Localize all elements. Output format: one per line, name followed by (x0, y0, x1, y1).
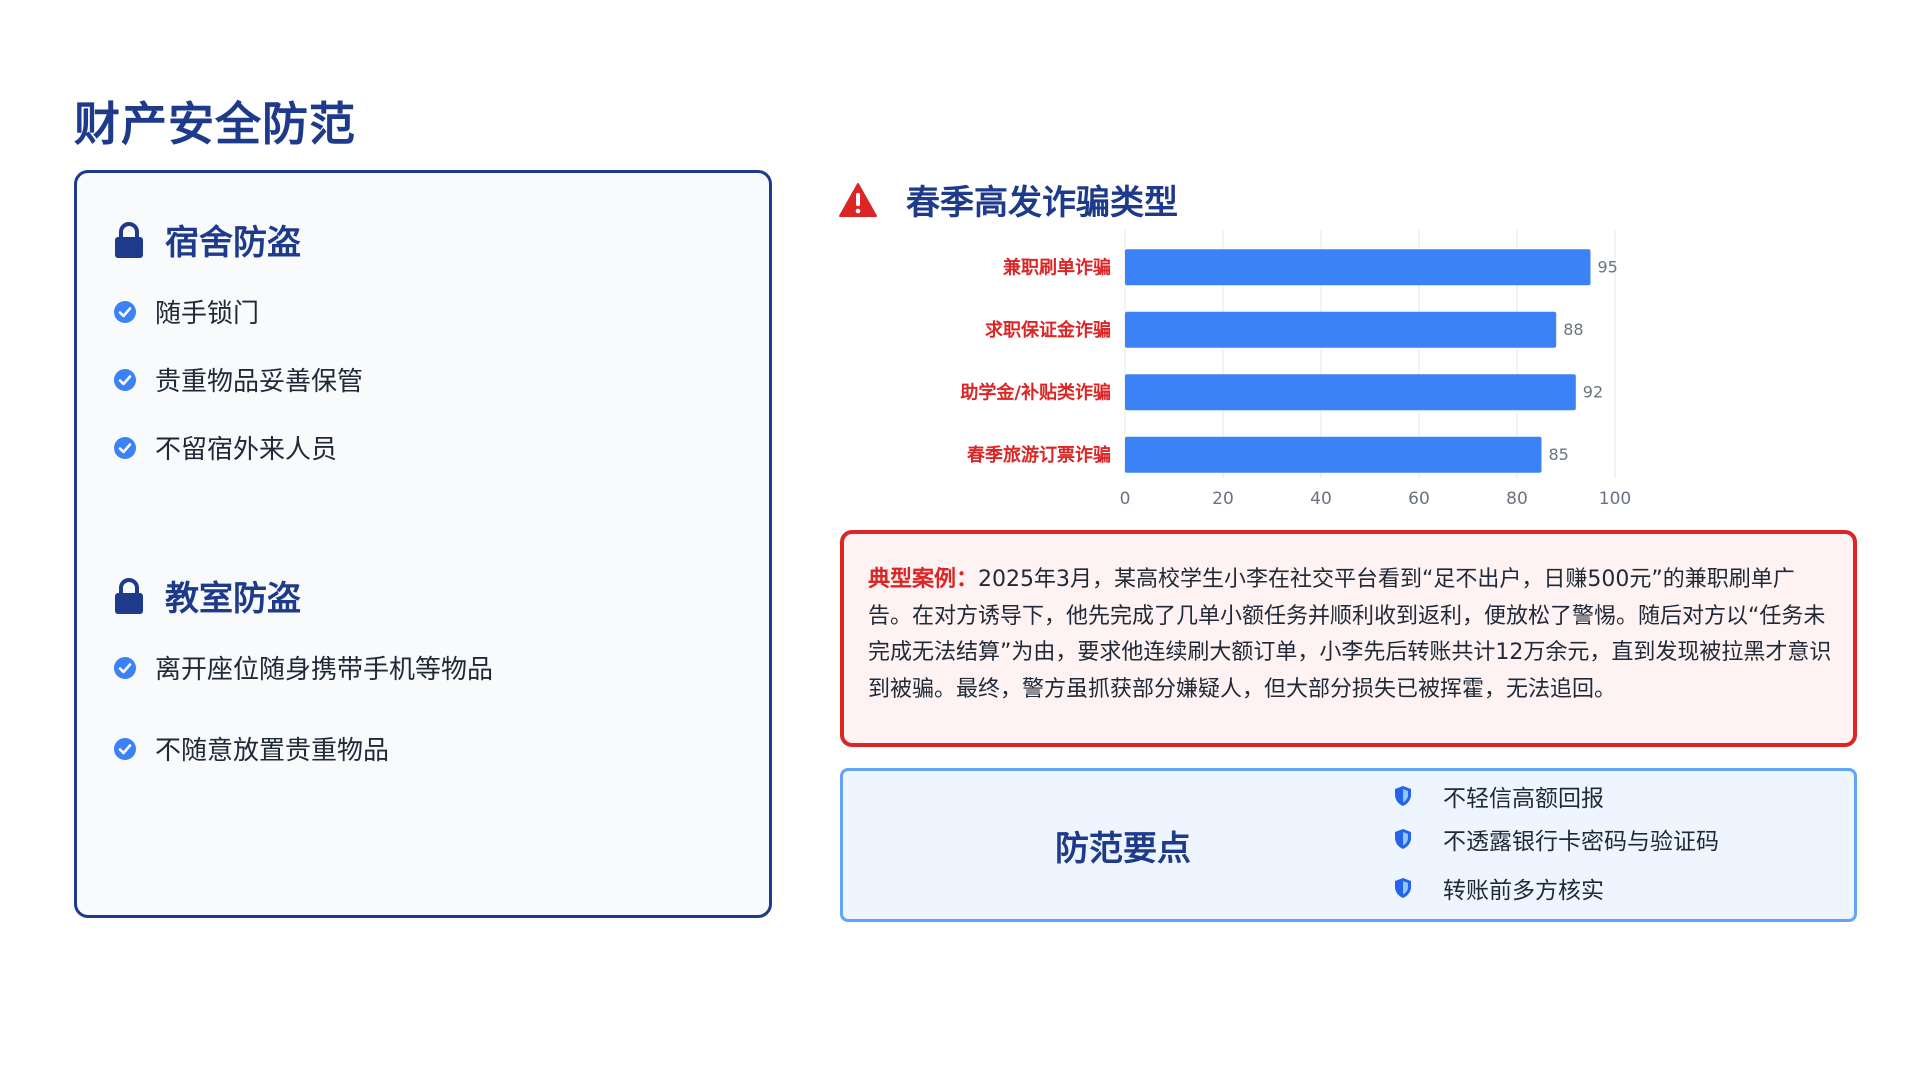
dorm-item-text: 贵重物品妥善保管 (155, 367, 364, 397)
tip-item: 转账前多方核实 (1393, 871, 1604, 905)
classroom-item: 不随意放置贵重物品 (113, 730, 389, 767)
classroom-item-text: 不随意放置贵重物品 (155, 736, 390, 766)
chart-x-tick-label: 20 (1212, 489, 1234, 509)
chart-category-label: 求职保证金诈骗 (985, 319, 1111, 341)
dorm-item-text: 随手锁门 (155, 299, 260, 329)
chart-bar (1125, 436, 1542, 473)
chart-value-label: 95 (1598, 257, 1618, 276)
fraud-chart-title: 春季高发诈骗类型 (906, 183, 1178, 223)
chart-x-tick-label: 100 (1599, 489, 1631, 509)
tip-text: 转账前多方核实 (1443, 878, 1604, 904)
typical-case-box: 典型案例：2025年3月，某高校学生小李在社交平台看到“足不出户，日赚500元”… (840, 530, 1857, 747)
dorm-item: 随手锁门 (113, 293, 259, 330)
check-circle-icon (114, 737, 136, 760)
chart-value-label: 92 (1583, 382, 1603, 401)
dorm-item: 不留宿外来人员 (113, 429, 337, 466)
tip-item: 不轻信高额回报 (1393, 779, 1604, 813)
chart-bar (1125, 311, 1557, 348)
chart-x-tick-label: 0 (1120, 489, 1131, 509)
dorm-item-text: 不留宿外来人员 (155, 435, 338, 465)
case-label: 典型案例： (868, 567, 979, 592)
check-circle-icon (114, 368, 136, 391)
shield-icon (1395, 878, 1411, 898)
classroom-item: 离开座位随身携带手机等物品 (113, 649, 493, 686)
classroom-section-title: 教室防盗 (165, 579, 301, 619)
tips-title: 防范要点 (1055, 829, 1191, 869)
dorm-item: 贵重物品妥善保管 (113, 361, 363, 398)
chart-value-label: 88 (1563, 320, 1583, 339)
dorm-section-title: 宿舍防盗 (165, 223, 301, 263)
chart-bar (1125, 249, 1591, 286)
check-circle-icon (114, 436, 136, 459)
tip-item: 不透露银行卡密码与验证码 (1393, 822, 1719, 856)
chart-x-tick-label: 80 (1506, 489, 1528, 509)
chart-value-label: 85 (1549, 445, 1569, 464)
classroom-item-text: 离开座位随身携带手机等物品 (155, 655, 494, 685)
fraud-types-bar-chart: 兼职刷单诈骗 95 求职保证金诈骗 88 助学金/补贴类诈骗 92 春季旅游订票诈骗 85 0 2… (960, 230, 1631, 509)
chart-x-tick-label: 40 (1310, 489, 1332, 509)
lock-icon (115, 577, 143, 614)
tip-text: 不透露银行卡密码与验证码 (1443, 829, 1719, 855)
fraud-chart-header: 春季高发诈骗类型 (838, 175, 1178, 224)
check-circle-icon (114, 656, 136, 679)
chart-category-label: 助学金/补贴类诈骗 (960, 381, 1111, 403)
chart-category-label: 兼职刷单诈骗 (1003, 256, 1111, 278)
shield-icon (1395, 786, 1411, 806)
lock-icon (115, 221, 143, 258)
chart-category-label: 春季旅游订票诈骗 (967, 444, 1111, 466)
classroom-section-header: 教室防盗 (113, 571, 301, 620)
page-title: 财产安全防范 (74, 97, 356, 151)
case-text: 2025年3月，某高校学生小李在社交平台看到“足不出户，日赚500元”的兼职刷单… (868, 567, 1832, 702)
shield-icon (1395, 829, 1411, 849)
chart-x-tick-label: 60 (1408, 489, 1430, 509)
dorm-section-header: 宿舍防盗 (113, 215, 301, 264)
theft-prevention-panel: 宿舍防盗 随手锁门 贵重物品妥善保管 不留宿外来人员 教室防盗 离开座位随身携带… (74, 170, 772, 918)
chart-bar (1125, 374, 1576, 411)
warning-icon (839, 182, 877, 217)
prevention-tips-box: 防范要点 不轻信高额回报 不透露银行卡密码与验证码 转账前多方核实 (840, 768, 1857, 922)
check-circle-icon (114, 300, 136, 323)
tip-text: 不轻信高额回报 (1443, 786, 1604, 812)
